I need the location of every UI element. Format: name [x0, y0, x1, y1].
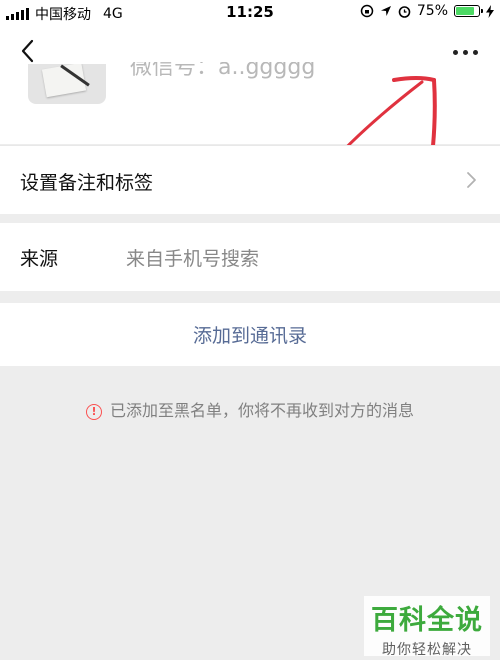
watermark-title: 百科全说: [371, 605, 483, 636]
remark-tags-label: 设置备注和标签: [20, 172, 154, 194]
charging-icon: [486, 4, 494, 18]
source-row: 来源 来自手机号搜索: [0, 223, 500, 291]
chevron-left-icon[interactable]: [16, 38, 42, 64]
location-icon: [380, 6, 391, 16]
blacklist-notice: ! 已添加至黑名单，你将不再收到对方的消息: [0, 397, 500, 421]
battery-percent: 75%: [416, 3, 448, 19]
source-label: 来源: [20, 248, 59, 270]
add-to-contacts-button[interactable]: 添加到通讯录: [0, 321, 500, 348]
blacklist-notice-text: 已添加至黑名单，你将不再收到对方的消息: [109, 401, 414, 420]
remark-tags-row[interactable]: 设置备注和标签: [0, 145, 500, 214]
chevron-right-icon: [467, 172, 476, 188]
add-to-contacts-row[interactable]: 添加到通讯录: [0, 303, 500, 366]
watermark-subtitle: 助你轻松解决: [382, 642, 472, 658]
status-right: 75%: [360, 3, 494, 19]
avatar[interactable]: [28, 64, 106, 104]
more-dots-icon[interactable]: [453, 50, 478, 55]
wechat-id-label: 微信号：a..ggggg: [130, 62, 316, 80]
watermark-logo: 百科全说 助你轻松解决: [364, 596, 490, 658]
rotation-lock-icon: [360, 4, 374, 18]
exclamation-circle-icon: !: [85, 404, 102, 420]
battery-icon: [454, 5, 483, 17]
source-value: 来自手机号搜索: [126, 248, 260, 270]
alarm-icon: [398, 5, 411, 18]
profile-header: 微信号：a..ggggg: [0, 24, 500, 160]
status-bar: 中国移动 4G 11:25 75%: [0, 0, 500, 24]
